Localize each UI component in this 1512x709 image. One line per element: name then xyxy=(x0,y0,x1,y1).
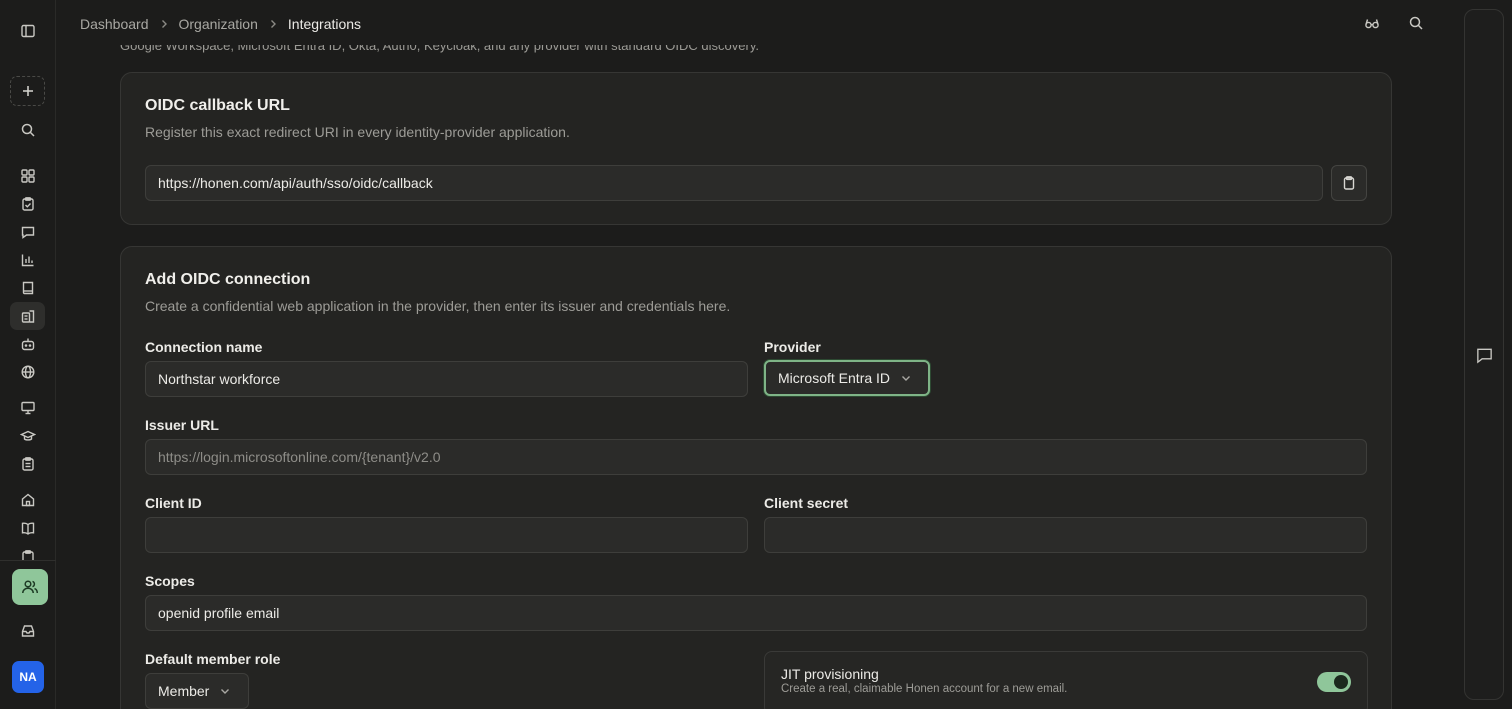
card-title: OIDC callback URL xyxy=(145,97,290,114)
breadcrumb-organization[interactable]: Organization xyxy=(179,16,258,32)
presentation-icon[interactable] xyxy=(14,394,42,422)
message-icon[interactable] xyxy=(14,218,42,246)
search-icon[interactable] xyxy=(1408,15,1426,33)
open-book-icon[interactable] xyxy=(14,514,42,542)
jit-title: JIT provisioning xyxy=(781,666,879,682)
book-icon[interactable] xyxy=(14,274,42,302)
provider-value: Microsoft Entra ID xyxy=(778,370,891,386)
breadcrumb-current: Integrations xyxy=(287,16,362,32)
new-item-button[interactable] xyxy=(10,76,45,106)
breadcrumb: Dashboard Organization Integrations xyxy=(80,15,361,33)
default-role-label: Default member role xyxy=(145,651,281,667)
card-subtitle: Create a confidential web application in… xyxy=(145,298,731,314)
provider-select[interactable]: Microsoft Entra ID xyxy=(764,360,930,396)
toggle-knob xyxy=(1334,675,1348,689)
default-role-value: Member xyxy=(158,683,210,699)
sidebar-toggle-icon[interactable] xyxy=(14,17,42,45)
clipboard-icon xyxy=(1343,176,1355,190)
provider-label: Provider xyxy=(764,339,821,355)
card-subtitle: Register this exact redirect URI in ever… xyxy=(145,124,570,140)
inbox-icon[interactable] xyxy=(14,617,42,645)
connection-name-input[interactable]: Northstar workforce xyxy=(145,361,748,397)
default-role-select[interactable]: Member xyxy=(145,673,249,709)
jit-toggle[interactable] xyxy=(1317,672,1351,692)
client-id-label: Client ID xyxy=(145,495,202,511)
callback-url-card: OIDC callback URL Register this exact re… xyxy=(120,72,1392,225)
client-secret-input[interactable] xyxy=(764,517,1367,553)
issuer-url-label: Issuer URL xyxy=(145,417,219,433)
globe-icon[interactable] xyxy=(14,358,42,386)
chart-icon[interactable] xyxy=(14,246,42,274)
chevron-down-icon xyxy=(221,689,230,694)
chevron-right-icon xyxy=(270,20,276,28)
copy-button[interactable] xyxy=(1331,165,1367,201)
clipboard-list-icon[interactable] xyxy=(14,450,42,478)
avatar[interactable]: NA xyxy=(12,661,44,693)
chevron-right-icon xyxy=(161,20,167,28)
rail-divider xyxy=(0,560,56,561)
dashboard-icon[interactable] xyxy=(14,162,42,190)
assistant-panel xyxy=(1464,9,1504,700)
card-title: Add OIDC connection xyxy=(145,271,311,288)
clipboard-icon[interactable] xyxy=(14,542,42,560)
add-connection-card: Add OIDC connection Create a confidentia… xyxy=(120,246,1392,709)
team-members-button[interactable] xyxy=(12,569,48,605)
bot-icon[interactable] xyxy=(14,330,42,358)
jit-subtitle: Create a real, claimable Honen account f… xyxy=(781,683,1068,695)
chat-icon[interactable] xyxy=(1475,346,1495,366)
providers-description: Google Workspace, Microsoft Entra ID, Ok… xyxy=(120,38,759,53)
connection-name-label: Connection name xyxy=(145,339,263,355)
left-rail: NA xyxy=(0,0,56,709)
client-id-input[interactable] xyxy=(145,517,748,553)
graduation-cap-icon[interactable] xyxy=(14,422,42,450)
jit-provisioning-row: JIT provisioning Create a real, claimabl… xyxy=(764,651,1368,709)
callback-url-field[interactable]: https://honen.com/api/auth/sso/oidc/call… xyxy=(145,165,1323,201)
organization-icon[interactable] xyxy=(10,302,45,330)
home-icon[interactable] xyxy=(14,486,42,514)
chevron-down-icon xyxy=(902,376,911,381)
scopes-label: Scopes xyxy=(145,573,195,589)
glasses-icon[interactable] xyxy=(1364,15,1382,33)
breadcrumb-dashboard[interactable]: Dashboard xyxy=(80,16,149,32)
client-secret-label: Client secret xyxy=(764,495,849,511)
clipboard-check-icon[interactable] xyxy=(14,190,42,218)
scopes-input[interactable]: openid profile email xyxy=(145,595,1367,631)
issuer-url-input[interactable]: https://login.microsoftonline.com/{tenan… xyxy=(145,439,1367,475)
search-icon[interactable] xyxy=(14,116,42,144)
